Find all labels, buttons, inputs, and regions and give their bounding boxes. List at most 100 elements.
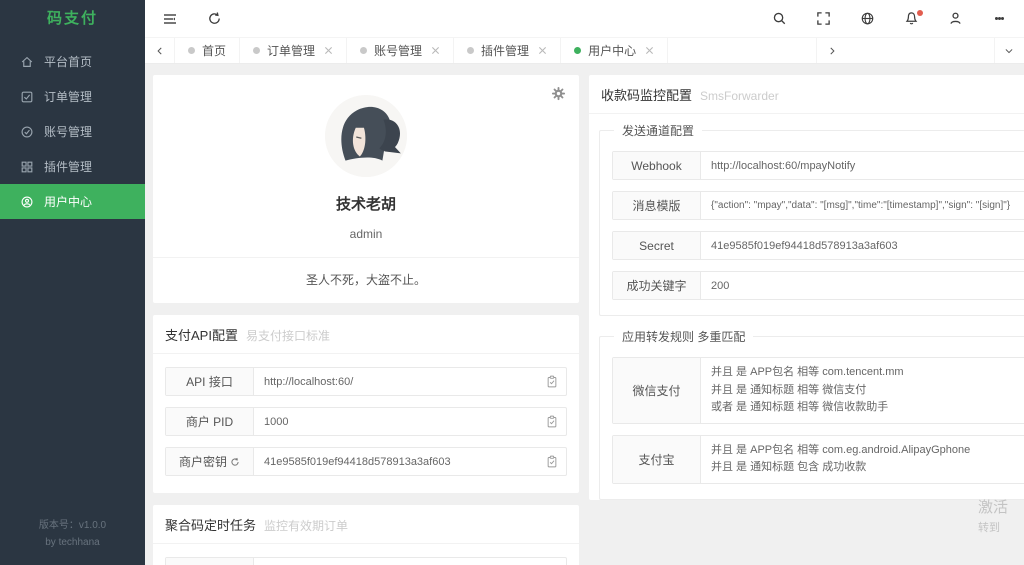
copy-icon[interactable] — [1020, 152, 1024, 179]
field-value: 200 — [711, 279, 730, 292]
fieldset-legend: 发送通道配置 — [614, 122, 703, 139]
gear-icon[interactable] — [551, 86, 566, 101]
rule-line: 并且 是 通知标题 相等 微信支付 — [711, 383, 867, 396]
rule-line: 并且 是 APP包名 相等 com.eg.android.AlipayGphon… — [711, 443, 971, 456]
field-label: 消息模版 — [613, 192, 701, 219]
tab-dot — [253, 47, 261, 54]
field-value: http://localhost:60/mpayNotify — [711, 159, 856, 172]
search-icon[interactable] — [770, 10, 788, 28]
tab-label: 订单管理 — [267, 44, 316, 58]
app-logo: 码支付 — [46, 10, 98, 27]
field-row-message-template: 消息模版 {"action": "mpay","data": "[msg]","… — [612, 191, 1024, 220]
sidebar-item-accounts[interactable]: 账号管理 — [0, 114, 145, 149]
regenerate-secret-icon[interactable] — [230, 457, 240, 467]
copy-icon[interactable] — [1020, 358, 1024, 423]
copy-icon[interactable] — [538, 558, 566, 565]
copy-icon[interactable] — [1020, 232, 1024, 259]
topbar — [145, 0, 1024, 37]
field-row-merchant-pid: 商户 PID 1000 — [165, 407, 567, 436]
close-icon[interactable] — [538, 46, 547, 55]
fieldset-legend: 应用转发规则 多重匹配 — [614, 328, 754, 345]
field-label: 商户密钥 — [166, 448, 254, 475]
tab-accounts[interactable]: 账号管理 — [347, 38, 455, 63]
section-title: 支付API配置 — [165, 328, 238, 343]
copy-icon[interactable] — [1020, 192, 1024, 219]
section-body: 订单监控 http://localhost:60/checkOrder/1000… — [153, 544, 579, 565]
field-row-success-keyword: 成功关键字 200 — [612, 271, 1024, 300]
copy-icon[interactable] — [538, 408, 566, 435]
tab-orders[interactable]: 订单管理 — [240, 38, 348, 63]
field-value: 41e9585f019ef94418d578913a3af603 — [711, 239, 898, 252]
sidebar-item-plugins[interactable]: 插件管理 — [0, 149, 145, 184]
version-text: 版本号：v1.0.0 — [38, 520, 107, 531]
sidebar-item-orders[interactable]: 订单管理 — [0, 79, 145, 114]
notifications-bell-icon[interactable] — [902, 9, 923, 28]
sidebar-item-home[interactable]: 平台首页 — [0, 44, 145, 79]
tab-home[interactable]: 首页 — [175, 38, 241, 63]
tabs-scroll-right-icon[interactable] — [816, 38, 846, 63]
field-value: http://localhost:60/ — [264, 375, 354, 388]
tab-label: 插件管理 — [481, 44, 530, 58]
tabs-scroll-left-icon[interactable] — [145, 38, 175, 63]
tab-plugins[interactable]: 插件管理 — [454, 38, 562, 63]
field-row-secret: Secret 41e9585f019ef94418d578913a3af603 — [612, 231, 1024, 260]
copy-icon[interactable] — [1020, 436, 1024, 483]
payment-api-card: 支付API配置 易支付接口标准 API 接口 http://localhost:6… — [153, 315, 579, 493]
tab-user-center[interactable]: 用户中心 — [561, 38, 669, 63]
section-header: 支付API配置 易支付接口标准 — [153, 315, 579, 354]
user-icon[interactable] — [946, 10, 964, 28]
tab-label: 账号管理 — [374, 44, 423, 58]
sidebar-item-user-center[interactable]: 用户中心 — [0, 184, 145, 219]
tab-label: 用户中心 — [588, 44, 637, 58]
copy-icon[interactable] — [1020, 272, 1024, 299]
sidebar-item-label: 插件管理 — [44, 160, 93, 174]
section-header: 聚合码定时任务 监控有效期订单 — [153, 505, 579, 544]
field-row-api-endpoint: API 接口 http://localhost:60/ — [165, 367, 567, 396]
field-label: 商户 PID — [166, 408, 254, 435]
field-value: 并且 是 APP包名 相等 com.eg.android.AlipayGphon… — [701, 436, 1020, 483]
field-row-wechat-pay-rule: 微信支付 并且 是 APP包名 相等 com.tencent.mm 并且 是 通… — [612, 357, 1024, 424]
sidebar-item-label: 用户中心 — [44, 195, 93, 209]
fullscreen-icon[interactable] — [814, 10, 832, 28]
section-subtitle: 易支付接口标准 — [245, 329, 330, 343]
section-header: 收款码监控配置 SmsForwarder — [589, 75, 1024, 114]
account-check-icon — [20, 125, 34, 139]
tabbar: 首页 订单管理 账号管理 插件管理 用户中心 — [145, 37, 1024, 64]
sidebar-footer: 版本号：v1.0.0 by techhana — [0, 507, 145, 565]
monitor-config-card: 收款码监控配置 SmsForwarder 发送通道配置 Webhook http:… — [589, 75, 1024, 500]
collapse-menu-icon[interactable] — [161, 10, 179, 28]
right-column: 收款码监控配置 SmsForwarder 发送通道配置 Webhook http:… — [589, 75, 1024, 520]
refresh-icon[interactable] — [205, 10, 223, 28]
tabs-menu-chevron-down-icon[interactable] — [993, 38, 1024, 63]
field-label-text: 商户密钥 — [178, 455, 227, 469]
field-label: Secret — [613, 232, 701, 259]
field-label: 成功关键字 — [613, 272, 701, 299]
copy-icon[interactable] — [538, 448, 566, 475]
profile-quote: 圣人不死，大盗不止。 — [153, 257, 579, 303]
copy-icon[interactable] — [538, 368, 566, 395]
user-circle-icon — [20, 195, 34, 209]
field-value: 1000 — [264, 415, 289, 428]
order-check-icon — [20, 90, 34, 104]
send-channel-fieldset: 发送通道配置 Webhook http://localhost:60/mpayN… — [599, 122, 1024, 316]
profile-role: admin — [349, 227, 383, 241]
rule-line: 并且 是 通知标题 包含 成功收款 — [711, 461, 867, 474]
notification-badge — [917, 9, 923, 16]
field-row-order-monitor: 订单监控 http://localhost:60/checkOrder/1000… — [165, 557, 567, 565]
tab-dot — [574, 47, 582, 54]
close-icon[interactable] — [324, 46, 333, 55]
home-icon — [20, 55, 34, 69]
close-icon[interactable] — [645, 46, 654, 55]
close-icon[interactable] — [431, 46, 440, 55]
field-label: 微信支付 — [613, 358, 701, 423]
more-options-icon[interactable] — [990, 10, 1008, 28]
topbar-left — [161, 10, 223, 28]
field-label: API 接口 — [166, 368, 254, 395]
section-body: API 接口 http://localhost:60/ 商户 PID 1000 — [153, 354, 579, 493]
field-value: 41e9585f019ef94418d578913a3af603 — [264, 455, 451, 468]
section-title: 收款码监控配置 — [601, 88, 693, 103]
timer-task-card: 聚合码定时任务监控有效期订单 订单监控 http://localhost:60/… — [153, 505, 579, 565]
rule-line: 或者 是 通知标题 相等 微信收款助手 — [711, 401, 889, 414]
field-value: http://localhost:60/checkOrder/1000/3805… — [254, 558, 538, 565]
globe-icon[interactable] — [858, 10, 876, 28]
